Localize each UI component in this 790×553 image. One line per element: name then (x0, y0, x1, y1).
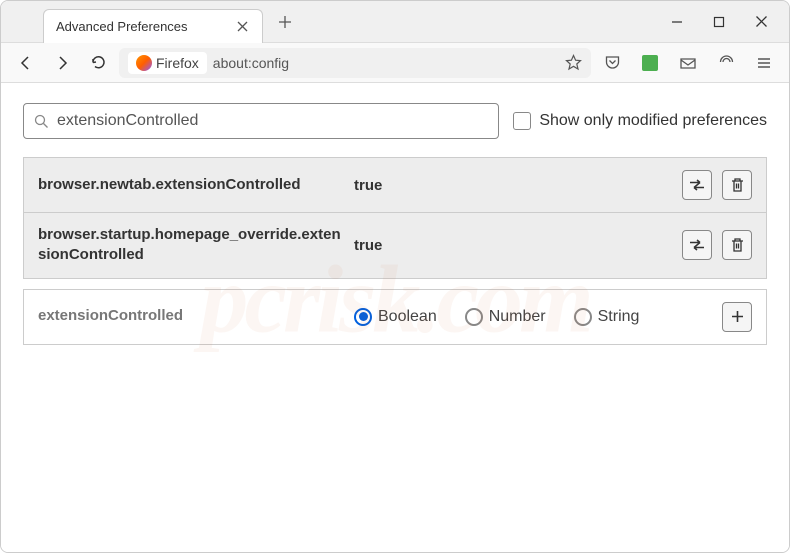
toggle-button[interactable] (682, 230, 712, 260)
prefs-table: browser.newtab.extensionControlled true … (23, 157, 767, 279)
radio-icon (574, 308, 592, 326)
content-area: Show only modified preferences browser.n… (1, 83, 789, 552)
pref-value: true (354, 237, 672, 254)
maximize-button[interactable] (711, 14, 727, 30)
pref-search-box[interactable] (23, 103, 499, 139)
pocket-icon[interactable] (597, 48, 627, 78)
radio-label: Boolean (378, 308, 437, 326)
new-pref-row: extensionControlled Boolean Number Strin… (24, 290, 766, 345)
radio-string[interactable]: String (574, 308, 640, 326)
delete-button[interactable] (722, 230, 752, 260)
new-pref-table: extensionControlled Boolean Number Strin… (23, 289, 767, 345)
navigation-toolbar: Firefox about:config (1, 43, 789, 83)
radio-label: String (598, 308, 640, 326)
search-icon (34, 114, 49, 129)
pref-row[interactable]: browser.newtab.extensionControlled true (24, 158, 766, 213)
checkbox-label-text: Show only modified preferences (539, 112, 767, 130)
pref-value: true (354, 177, 672, 194)
reload-button[interactable] (83, 48, 113, 78)
radio-icon (465, 308, 483, 326)
bookmark-star-icon[interactable] (565, 54, 582, 71)
menu-button[interactable] (749, 48, 779, 78)
radio-boolean[interactable]: Boolean (354, 308, 437, 326)
url-text: about:config (213, 55, 559, 71)
urlbar[interactable]: Firefox about:config (119, 48, 591, 78)
pref-search-input[interactable] (57, 112, 488, 130)
add-button[interactable] (722, 302, 752, 332)
new-tab-button[interactable] (271, 8, 299, 36)
close-icon[interactable] (234, 18, 250, 34)
identity-badge[interactable]: Firefox (128, 52, 207, 74)
pref-row[interactable]: browser.startup.homepage_override.extens… (24, 213, 766, 279)
toggle-button[interactable] (682, 170, 712, 200)
minimize-button[interactable] (669, 14, 685, 30)
tab-active[interactable]: Advanced Preferences (43, 9, 263, 43)
forward-button[interactable] (47, 48, 77, 78)
checkbox-icon (513, 112, 531, 130)
identity-label: Firefox (156, 55, 199, 71)
radio-number[interactable]: Number (465, 308, 546, 326)
mail-icon[interactable] (673, 48, 703, 78)
close-window-button[interactable] (753, 14, 769, 30)
extension-icon[interactable] (635, 48, 665, 78)
firefox-icon (136, 55, 152, 71)
new-pref-name: extensionControlled (38, 306, 344, 326)
back-button[interactable] (11, 48, 41, 78)
radio-label: Number (489, 308, 546, 326)
shield-icon[interactable] (711, 48, 741, 78)
delete-button[interactable] (722, 170, 752, 200)
pref-name: browser.startup.homepage_override.extens… (38, 225, 344, 266)
show-modified-checkbox[interactable]: Show only modified preferences (513, 112, 767, 130)
radio-icon (354, 308, 372, 326)
titlebar: Advanced Preferences (1, 1, 789, 43)
tab-title: Advanced Preferences (56, 19, 188, 34)
pref-name: browser.newtab.extensionControlled (38, 175, 344, 195)
